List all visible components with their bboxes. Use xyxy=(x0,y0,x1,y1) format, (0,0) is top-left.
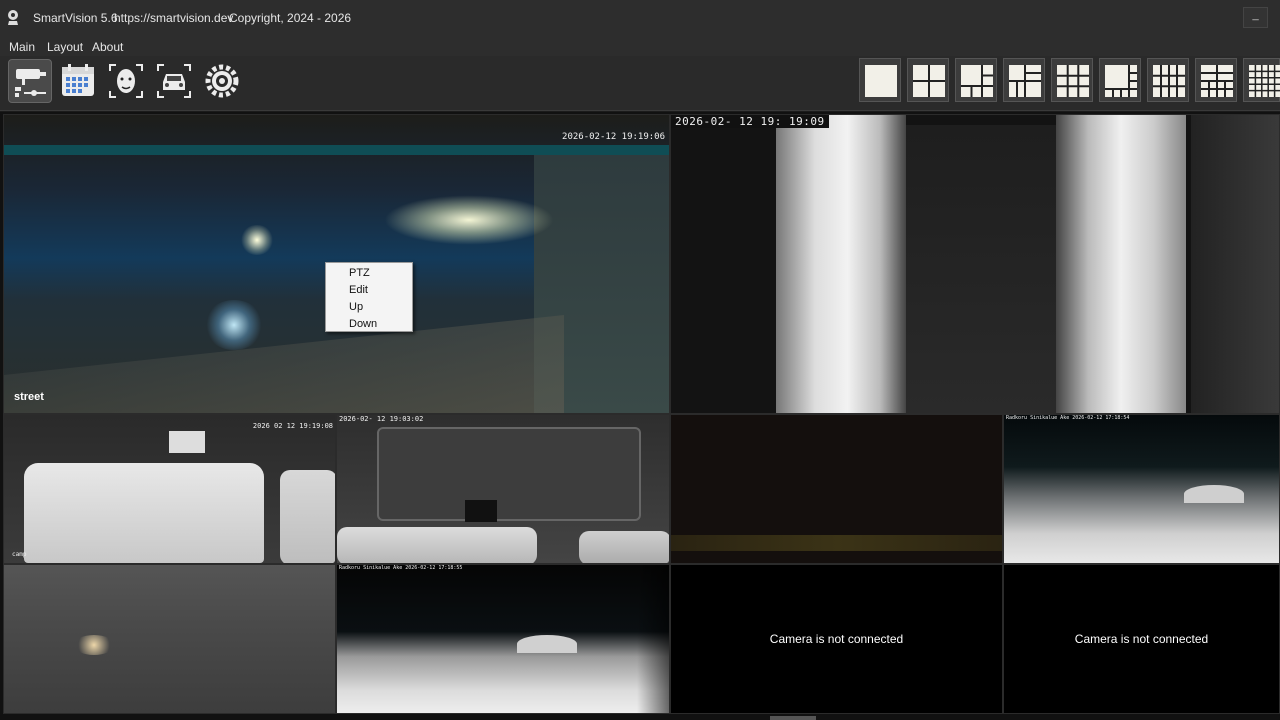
camera-view-7[interactable] xyxy=(3,564,336,714)
menu-main[interactable]: Main xyxy=(9,40,35,54)
layout-2x2-icon xyxy=(913,65,945,97)
settings-gear-icon xyxy=(205,64,239,98)
monitor-screen xyxy=(169,431,205,453)
door-frame-left xyxy=(776,115,906,413)
face-recognition-icon xyxy=(109,64,143,98)
face-recognition-button[interactable] xyxy=(104,59,148,103)
layout-1plus5-icon xyxy=(961,65,993,97)
camera-view-3[interactable]: 2026 02 12 19:19:08 camp xyxy=(3,414,336,564)
road-surface xyxy=(4,315,564,413)
layout-4x4-icon xyxy=(1201,65,1233,97)
context-menu-down[interactable]: Down xyxy=(349,318,377,330)
layout-1plus5-button[interactable] xyxy=(955,58,997,102)
context-menu-up[interactable]: Up xyxy=(349,301,363,313)
app-logo-icon xyxy=(8,10,18,25)
camera-timestamp-6: Radkoru Sinikalue Ake 2026-02-12 17:18:5… xyxy=(1006,415,1130,421)
settings-button[interactable] xyxy=(200,59,244,103)
context-menu-ptz[interactable]: PTZ xyxy=(349,267,370,279)
layout-1plus3-icon xyxy=(1009,65,1041,97)
camera-timestamp-2: 2026-02- 12 19: 19:09 xyxy=(671,115,829,128)
door-frame-right xyxy=(1056,115,1186,413)
layout-1plus7-button[interactable] xyxy=(1099,58,1141,102)
camera-label-3: camp xyxy=(12,551,27,558)
car-recognition-button[interactable] xyxy=(152,59,196,103)
title-bar: SmartVision 5.6 https://smartvision.dev … xyxy=(0,0,1280,36)
layout-1x1-button[interactable] xyxy=(859,58,901,102)
layout-4x4-button[interactable] xyxy=(1195,58,1237,102)
street-light-glow xyxy=(384,195,554,245)
tv-screen xyxy=(465,500,497,522)
horizontal-scrollbar[interactable] xyxy=(770,716,816,720)
snow-mound xyxy=(1184,485,1244,503)
app-url: https://smartvision.dev xyxy=(114,11,234,25)
calendar-button[interactable] xyxy=(56,59,100,103)
lens-vignette xyxy=(637,565,669,713)
calendar-icon xyxy=(62,64,94,96)
menu-about[interactable]: About xyxy=(92,40,123,54)
layout-4x3-button[interactable] xyxy=(1147,58,1189,102)
camera-view-10[interactable]: Camera is not connected xyxy=(1003,564,1280,714)
roof-edge xyxy=(4,145,669,155)
layout-5x5-icon xyxy=(1249,65,1280,97)
camera-timestamp-4: 2026-02- 12 19:03:02 xyxy=(339,415,424,423)
camera-context-menu: PTZ Edit Up Down xyxy=(325,262,413,332)
camera-settings-button[interactable] xyxy=(8,59,52,103)
camera-timestamp-3: 2026 02 12 19:19:08 xyxy=(252,422,333,430)
layout-1x1-icon xyxy=(865,65,897,97)
context-menu-edit[interactable]: Edit xyxy=(349,284,368,296)
room-ceiling-frame xyxy=(377,427,641,521)
car-headlights xyxy=(74,635,114,655)
camera-view-9[interactable]: Camera is not connected xyxy=(670,564,1003,714)
armchair xyxy=(280,470,335,563)
layout-1plus7-icon xyxy=(1105,65,1137,97)
bed-sheet xyxy=(24,463,264,563)
street-lamp-glow xyxy=(240,225,274,255)
camera-view-6[interactable]: Radkoru Sinikalue Ake 2026-02-12 17:18:5… xyxy=(1003,414,1280,564)
dim-floor-strip xyxy=(671,535,1002,551)
camera-status-9: Camera is not connected xyxy=(769,632,904,646)
camera-timestamp-8: Radkoru Sinikalue Ake 2026-02-12 17:18:5… xyxy=(339,565,463,571)
layout-3x3-button[interactable] xyxy=(1051,58,1093,102)
camera-settings-icon xyxy=(15,69,46,97)
camera-view-2[interactable]: 2026-02- 12 19: 19:09 xyxy=(670,114,1280,414)
camera-view-5[interactable] xyxy=(670,414,1003,564)
layout-3x3-icon xyxy=(1057,65,1089,97)
doorway-interior xyxy=(906,125,1056,413)
layout-1plus3-button[interactable] xyxy=(1003,58,1045,102)
camera-status-10: Camera is not connected xyxy=(1074,632,1209,646)
layout-5x5-button[interactable] xyxy=(1243,58,1280,102)
blue-light-glow xyxy=(204,300,264,350)
layout-4x3-icon xyxy=(1153,65,1185,97)
app-copyright: Copyright, 2024 - 2026 xyxy=(229,11,352,25)
layout-2x2-button[interactable] xyxy=(907,58,949,102)
car-recognition-icon xyxy=(157,64,191,98)
sofa-chair xyxy=(579,531,669,563)
wall-right xyxy=(1191,115,1279,413)
camera-view-8[interactable]: Radkoru Sinikalue Ake 2026-02-12 17:18:5… xyxy=(336,564,670,714)
camera-grid: 2026-02-12 19:19:06 street 2026-02- 12 1… xyxy=(0,112,1280,720)
camera-label-1: street xyxy=(14,391,44,403)
camera-timestamp-1: 2026-02-12 19:19:06 xyxy=(562,132,665,142)
toolbar xyxy=(0,56,1280,111)
sofa xyxy=(337,527,537,563)
app-title: SmartVision 5.6 xyxy=(33,11,118,25)
camera-view-4[interactable]: 2026-02- 12 19:03:02 xyxy=(336,414,670,564)
snow-mound xyxy=(517,635,577,653)
minimize-button[interactable]: _ xyxy=(1243,7,1268,28)
menu-bar: Main Layout About xyxy=(0,36,1280,56)
menu-layout[interactable]: Layout xyxy=(47,40,83,54)
